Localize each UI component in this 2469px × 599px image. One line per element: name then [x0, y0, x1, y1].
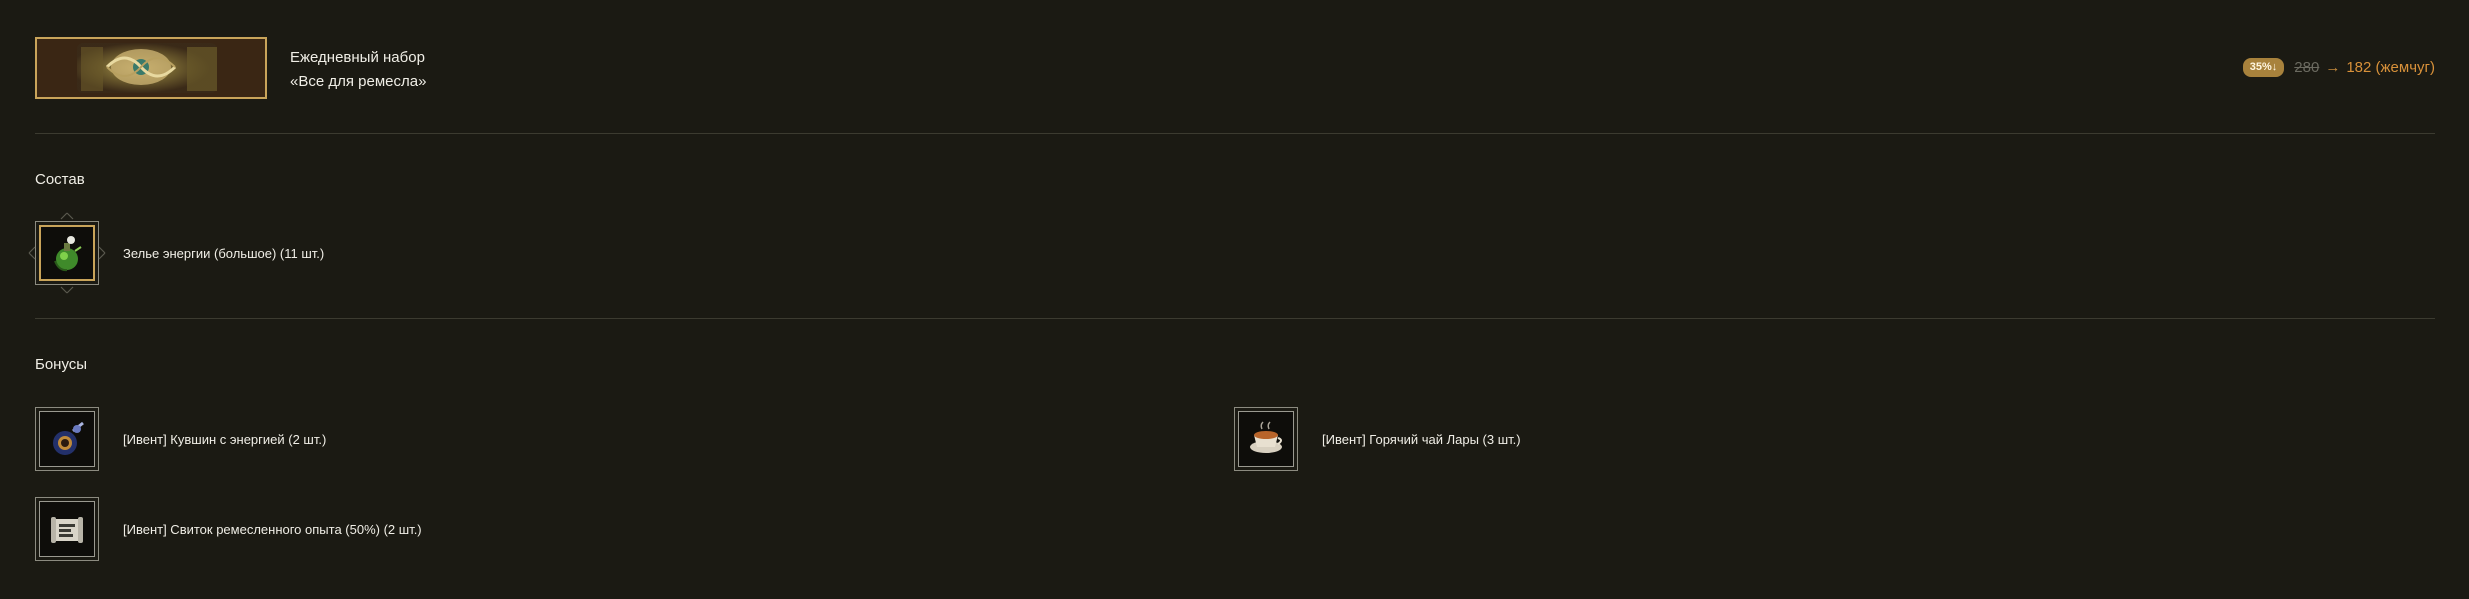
- divider: [35, 318, 2435, 319]
- bundle-name: Ежедневный набор «Все для ремесла»: [290, 46, 426, 94]
- tea-cup-icon: [1250, 421, 1282, 453]
- bundle-name-line1: Ежедневный набор: [290, 49, 425, 66]
- bonus-item[interactable]: [Ивент] Горячий чай Лары (3 шт.): [1234, 407, 1521, 471]
- divider: [35, 133, 2435, 134]
- item-icon-frame: [1234, 407, 1298, 471]
- bundle-name-line2: «Все для ремесла»: [290, 73, 427, 90]
- bundle-banner-image: [35, 37, 267, 99]
- price-block: 35%↓ 280 → 182 (жемчуг): [2242, 58, 2435, 77]
- bonuses-title: Бонусы: [35, 356, 88, 373]
- item-icon-frame: [35, 221, 99, 285]
- item-label: [Ивент] Кувшин с энергией (2 шт.): [123, 431, 327, 447]
- old-price: 280: [2294, 59, 2320, 76]
- bonus-item[interactable]: [Ивент] Кувшин с энергией (2 шт.): [35, 407, 326, 471]
- price-arrow: →: [2325, 59, 2341, 76]
- item-icon-frame: [35, 407, 99, 471]
- bundle-header: Ежедневный набор «Все для ремесла» 35%↓ …: [35, 37, 2435, 101]
- composition-item[interactable]: Зелье энергии (большое) (11 шт.): [28, 212, 325, 294]
- item-label: Зелье энергии (большое) (11 шт.): [123, 245, 325, 261]
- composition-title: Состав: [35, 171, 85, 188]
- item-icon-frame: [35, 497, 99, 561]
- bonus-item[interactable]: [Ивент] Свиток ремесленного опыта (50%) …: [35, 497, 422, 561]
- discount-badge: 35%↓: [2242, 58, 2285, 77]
- item-label: [Ивент] Горячий чай Лары (3 шт.): [1322, 431, 1521, 447]
- scroll-icon: [51, 517, 83, 543]
- item-label: [Ивент] Свиток ремесленного опыта (50%) …: [123, 521, 422, 537]
- energy-jug-icon: [53, 421, 84, 455]
- green-potion-icon: [54, 236, 82, 272]
- page: Ежедневный набор «Все для ремесла» 35%↓ …: [0, 0, 2469, 599]
- new-price: 182 (жемчуг): [2346, 59, 2435, 76]
